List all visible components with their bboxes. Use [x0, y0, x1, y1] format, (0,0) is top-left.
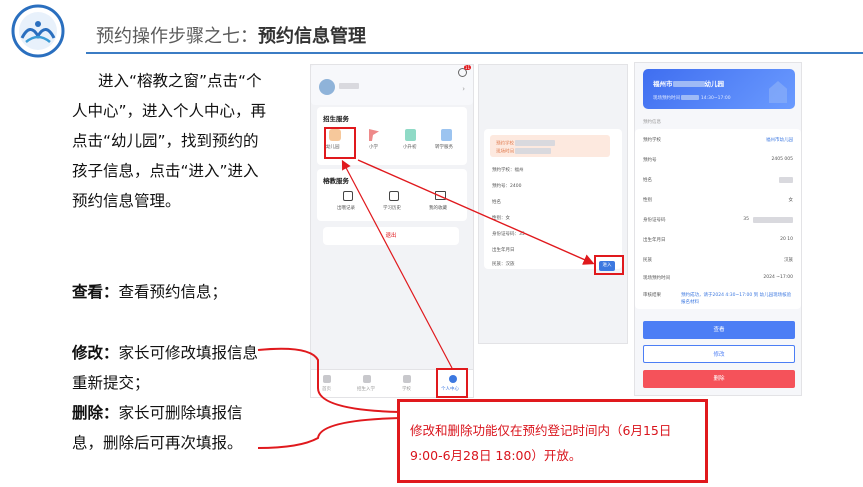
row-time-value: 2024 ~17:00	[763, 275, 793, 280]
school-banner-card: 福州市 幼儿园 现场预约时间 14:30~17:00	[643, 69, 795, 109]
list-birthday: 出生年月日	[492, 248, 515, 253]
delete-button[interactable]: 删除	[643, 370, 795, 388]
row-birth-label: 出生年月日	[643, 238, 666, 243]
view-description: 查看：查看预约信息；	[72, 277, 272, 307]
middle-school-label[interactable]: 小升初	[403, 144, 417, 150]
time-restriction-note: 修改和删除功能仅在预约登记时间内（6月15日 9:00-6月28日 18:00）…	[397, 399, 708, 483]
child-info-card: 预约学校 现场时间 预约学校：福州 预约号：2400 姓名 性别：女 身份证号码…	[484, 129, 622, 269]
favorites-label[interactable]: 我的收藏	[429, 205, 447, 211]
edit-label: 修改：	[72, 344, 119, 362]
chevron-right-icon: ›	[462, 85, 465, 93]
folder-icon[interactable]	[435, 191, 446, 200]
enter-highlight	[594, 255, 624, 275]
view-button[interactable]: 查看	[643, 321, 795, 339]
banner-time: 现场预约时间 14:30~17:00	[653, 95, 731, 101]
tab-home[interactable]: 首页	[322, 386, 331, 392]
row-school-label: 预约学校	[643, 138, 661, 143]
title-main: 预约信息管理	[258, 26, 366, 47]
instructions: 进入“榕教之窗”点击“个人中心”，进入个人中心，再点击“幼儿园”，找到预约的孩子…	[72, 66, 272, 216]
row-name-label: 姓名	[643, 178, 652, 183]
message-badge: 11	[463, 65, 471, 70]
row-id-label: 身份证号码	[643, 218, 666, 223]
profile-card: 11 ›	[311, 65, 473, 105]
delete-label: 删除：	[72, 404, 119, 422]
row-review-label: 审核结果	[643, 293, 661, 298]
note-text: 修改和删除功能仅在预约登记时间内（6月15日 9:00-6月28日 18:00）…	[410, 423, 672, 463]
list-ethnicity: 民族：汉族	[492, 262, 515, 267]
row-ethnicity-value: 汉族	[784, 258, 793, 263]
delete-description: 删除：家长可删除填报信息，删除后可再次填报。	[72, 398, 272, 458]
row-id-value: 35	[743, 217, 749, 222]
history-label[interactable]: 学习历史	[383, 205, 401, 211]
list-id: 身份证号码：35	[492, 232, 525, 237]
title-prefix: 预约操作步骤之七：	[96, 26, 258, 47]
list-name: 姓名	[492, 200, 501, 205]
view-label: 查看：	[72, 283, 119, 301]
history-icon[interactable]	[389, 191, 399, 201]
kindergarten-highlight	[324, 127, 356, 159]
transfer-icon[interactable]	[441, 129, 452, 141]
tab-enroll[interactable]: 招生入学	[357, 386, 375, 392]
row-gender-label: 性别	[643, 198, 652, 203]
row-birth-value: 20 10	[780, 237, 793, 242]
school-icon[interactable]	[403, 375, 411, 383]
tab-school[interactable]: 学校	[402, 386, 411, 392]
building-icon	[769, 81, 787, 103]
row-time-label: 现场预约时间	[643, 276, 670, 281]
banner-time: 现场时间	[496, 148, 552, 155]
row-review-value: 预约成功，请于2024 4:30~17:00 到 幼儿园现场核验报名材料	[681, 293, 792, 305]
child-list-screen: 预约学校 现场时间 预约学校：福州 预约号：2400 姓名 性别：女 身份证号码…	[478, 64, 628, 344]
enroll-service-title: 招生服务	[323, 115, 349, 123]
rongjiao-service-title: 榕教服务	[323, 177, 349, 185]
page-title: 预约操作步骤之七：预约信息管理	[96, 22, 366, 48]
primary-school-label[interactable]: 小学	[369, 144, 378, 150]
rongjiao-service-card: 榕教服务 出哦记录 学习历史 我的收藏	[317, 169, 467, 221]
page-header: 预约操作步骤之七：预约信息管理	[72, 14, 863, 54]
personal-center-highlight	[436, 368, 468, 398]
home-icon[interactable]	[323, 375, 331, 383]
primary-school-icon[interactable]	[369, 129, 379, 141]
list-reserve-no: 预约号：2400	[492, 184, 522, 189]
logout-button[interactable]: 退出	[323, 227, 459, 245]
intro-paragraph: 进入“榕教之窗”点击“个人中心”，进入个人中心，再点击“幼儿园”，找到预约的孩子…	[72, 72, 267, 210]
reservation-detail-screen: 福州市 幼儿园 现场预约时间 14:30~17:00 预约信息 预约学校 福州市幼…	[634, 62, 802, 396]
edit-button[interactable]: 修改	[643, 345, 795, 363]
info-list: 预约学校 福州市幼儿园 预约号 2405 005 姓名 性别 女 身份证号码 3…	[635, 129, 801, 309]
avatar	[319, 79, 335, 95]
row-gender-value: 女	[788, 198, 794, 203]
kindergarten-logo	[8, 4, 70, 58]
section-title: 预约信息	[643, 120, 661, 125]
row-no-value: 2405 005	[771, 157, 793, 162]
record-label[interactable]: 出哦记录	[337, 205, 355, 211]
row-id-masked	[753, 217, 793, 223]
user-name-masked	[339, 83, 359, 89]
record-icon[interactable]	[343, 191, 353, 201]
row-name-masked	[779, 177, 793, 183]
transfer-label[interactable]: 转学服务	[435, 144, 453, 150]
edit-description: 修改：家长可修改填报信息重新提交；	[72, 338, 272, 398]
school-banner: 预约学校 现场时间	[490, 135, 610, 157]
middle-school-icon[interactable]	[405, 129, 416, 141]
banner-school: 预约学校	[496, 140, 556, 147]
list-gender: 性别：女	[492, 216, 510, 221]
row-school-value: 福州市幼儿园	[766, 138, 793, 143]
enroll-icon[interactable]	[363, 375, 371, 383]
personal-center-screen: 11 › 招生服务 幼儿园 小学 小升初 转学服务 榕教服务 出哦记录 学习历史…	[310, 64, 474, 398]
list-school: 预约学校：福州	[492, 168, 524, 173]
row-no-label: 预约号	[643, 158, 657, 163]
row-ethnicity-label: 民族	[643, 258, 652, 263]
title-underline	[86, 52, 863, 54]
view-text: 查看预约信息；	[118, 283, 228, 301]
banner-school-name: 福州市 幼儿园	[653, 80, 724, 88]
